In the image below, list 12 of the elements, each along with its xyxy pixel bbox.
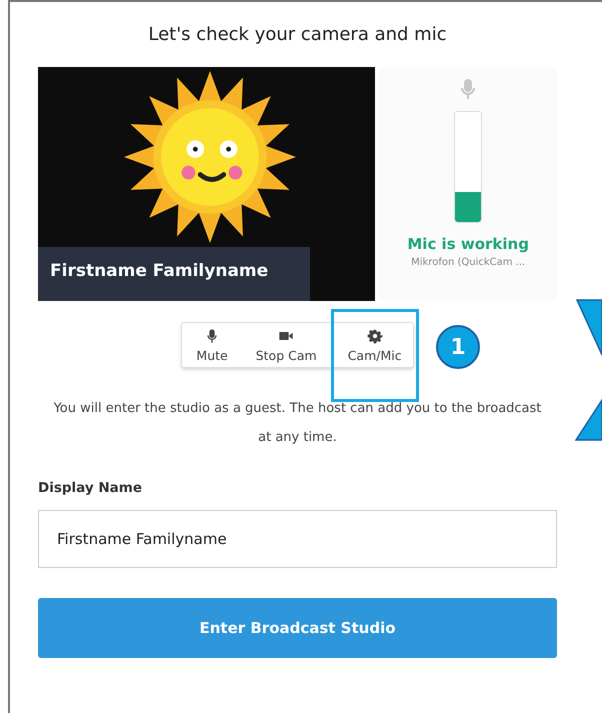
settings-button[interactable]: Cam/Mic — [330, 309, 419, 402]
mic-device-name: Mikrofon (QuickCam ... — [411, 257, 526, 268]
mic-button[interactable]: Mute — [182, 323, 242, 368]
dialog-title: Let's check your camera and mic — [147, 24, 448, 45]
participant-name: Firstname Familyname — [38, 247, 310, 301]
display-name-label: Display Name — [38, 480, 143, 496]
guest-notice: You will enter the studio as a guest. The host can add you to the broadcast at any time. — [52, 400, 542, 447]
camera-button[interactable]: Stop Cam — [242, 323, 331, 368]
settings-icon — [366, 328, 383, 344]
display-name-field[interactable]: Firstname Familyname — [38, 510, 557, 568]
mic-status: Mic is working — [407, 235, 529, 253]
step-number-badge: 1 — [436, 325, 480, 369]
